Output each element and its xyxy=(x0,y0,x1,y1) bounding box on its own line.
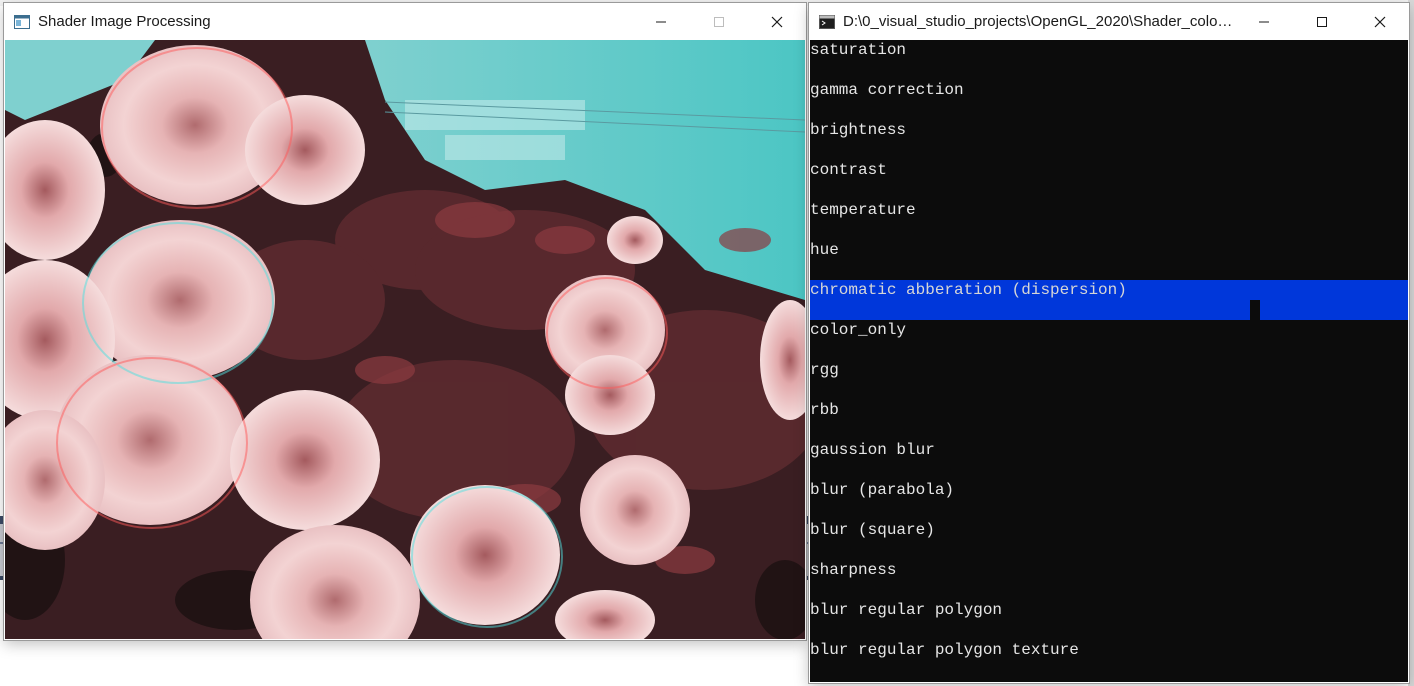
effect-menu-item[interactable]: color_only xyxy=(810,320,1408,360)
console-close-button[interactable] xyxy=(1351,3,1409,40)
close-icon xyxy=(771,16,783,27)
shader-image-canvas[interactable] xyxy=(5,40,805,639)
effect-menu-list[interactable]: saturation gamma correction brightness cont… xyxy=(810,40,1408,680)
close-icon xyxy=(1374,16,1386,27)
effect-menu-item[interactable]: gaussion blur xyxy=(810,440,1408,480)
console-window-icon xyxy=(819,14,835,29)
console-window[interactable]: D:\0_visual_studio_projects\OpenGL_2020\… xyxy=(809,3,1409,683)
console-minimize-button[interactable] xyxy=(1235,3,1293,40)
console-output[interactable]: saturation gamma correction brightness cont… xyxy=(810,40,1408,682)
effect-menu-item[interactable]: rgg xyxy=(810,360,1408,400)
effect-menu-item[interactable]: blur (square) xyxy=(810,520,1408,560)
shader-image-window[interactable]: Shader Image Processing xyxy=(4,3,806,640)
image-window-titlebar[interactable]: Shader Image Processing xyxy=(4,3,806,40)
console-maximize-button[interactable] xyxy=(1293,3,1351,40)
minimize-icon xyxy=(656,21,666,22)
console-window-titlebar[interactable]: D:\0_visual_studio_projects\OpenGL_2020\… xyxy=(809,3,1409,40)
effect-menu-item[interactable]: rbb xyxy=(810,400,1408,440)
effect-menu-item[interactable]: gamma correction xyxy=(810,80,1408,120)
text-cursor xyxy=(1250,300,1260,320)
maximize-icon xyxy=(1317,16,1327,27)
maximize-icon xyxy=(714,16,724,27)
minimize-button[interactable] xyxy=(632,3,690,40)
effect-menu-item[interactable]: blur regular polygon texture xyxy=(810,640,1408,680)
effect-menu-item[interactable]: brightness xyxy=(810,120,1408,160)
effect-menu-item[interactable]: saturation xyxy=(810,40,1408,80)
app-window-icon xyxy=(14,14,30,29)
effect-menu-item[interactable]: blur (parabola) xyxy=(810,480,1408,520)
effect-menu-item[interactable]: temperature xyxy=(810,200,1408,240)
effect-menu-item[interactable]: hue xyxy=(810,240,1408,280)
console-window-title: D:\0_visual_studio_projects\OpenGL_2020\… xyxy=(843,13,1235,30)
image-window-title: Shader Image Processing xyxy=(38,13,211,30)
close-button[interactable] xyxy=(748,3,806,40)
effect-menu-item[interactable]: sharpness xyxy=(810,560,1408,600)
maximize-button[interactable] xyxy=(690,3,748,40)
effect-menu-item[interactable]: contrast xyxy=(810,160,1408,200)
rose-photo-image xyxy=(5,40,805,639)
effect-menu-item[interactable]: blur regular polygon xyxy=(810,600,1408,640)
minimize-icon xyxy=(1259,21,1269,22)
effect-menu-item[interactable]: chromatic abberation (dispersion) xyxy=(810,280,1408,320)
